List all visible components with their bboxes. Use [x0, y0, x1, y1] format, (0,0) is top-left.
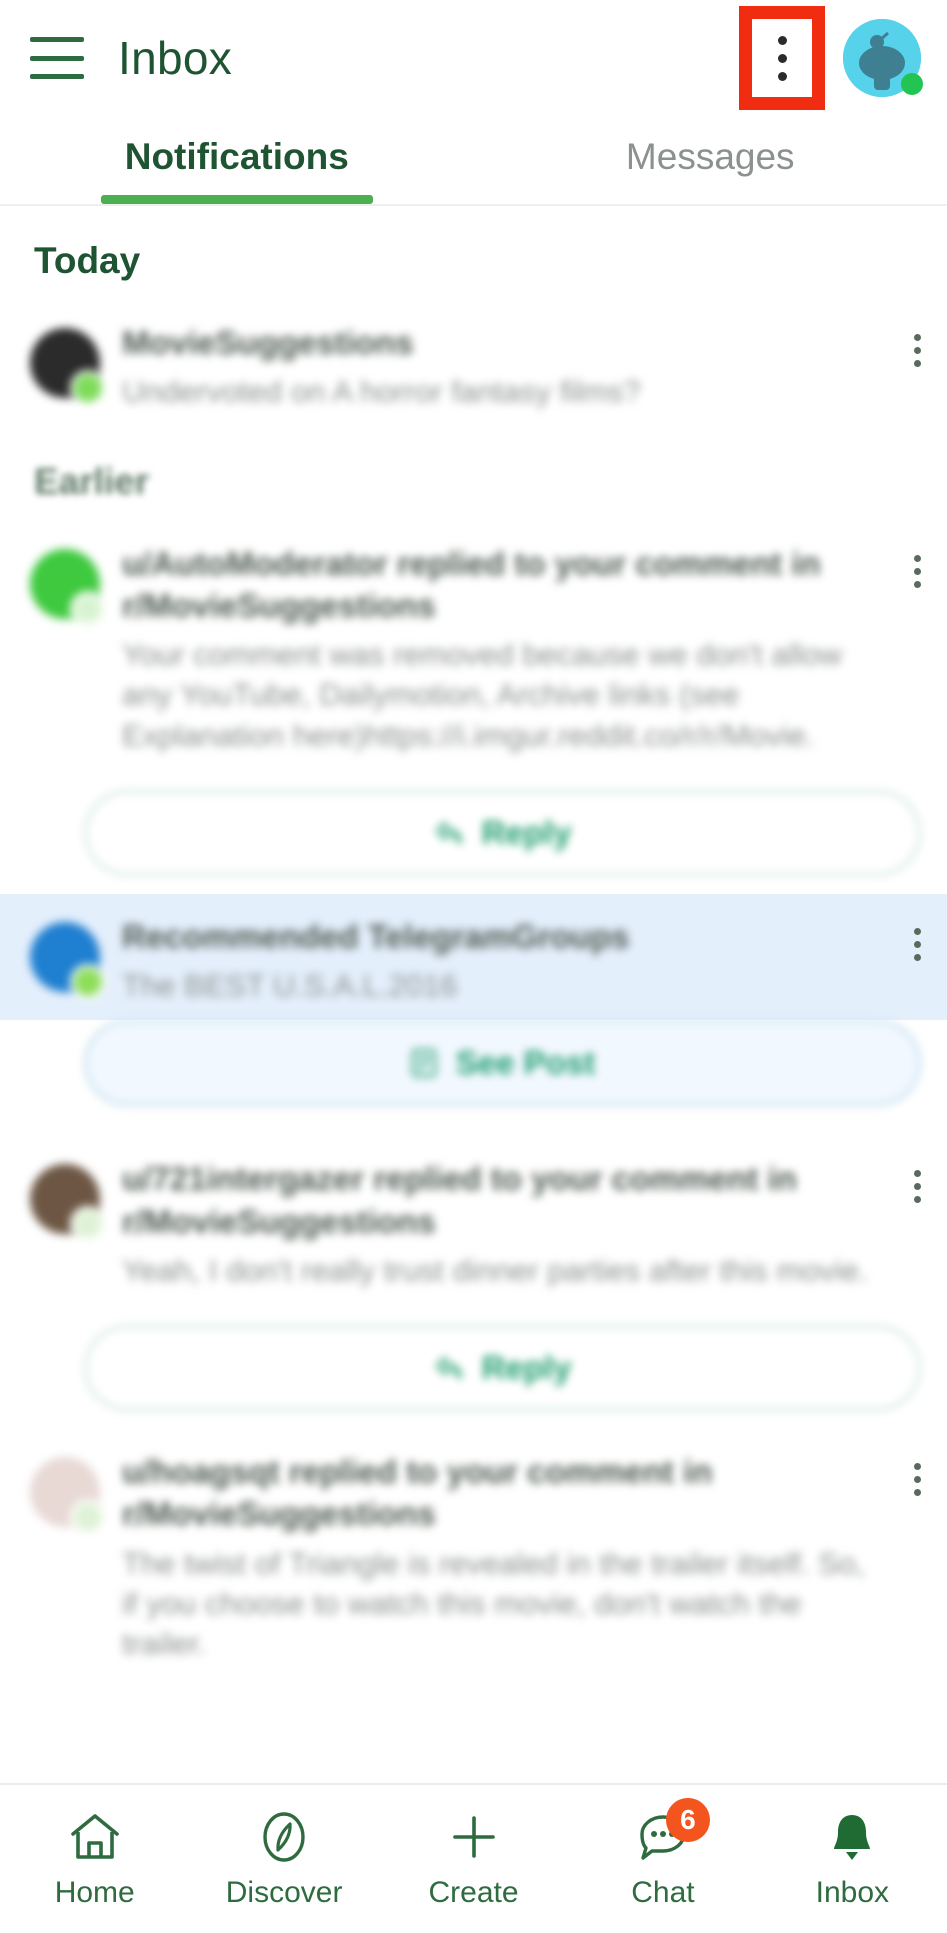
kebab-dot [914, 953, 921, 961]
overflow-menu-button[interactable] [739, 6, 825, 110]
kebab-dot [777, 53, 787, 63]
notification-row[interactable]: u/AutoModerator replied to your comment … [0, 521, 947, 770]
notification-body: MovieSuggestions Undervoted on A horror … [122, 322, 921, 413]
nav-item-inbox-label: Inbox [815, 1876, 890, 1909]
kebab-dot [914, 334, 921, 341]
avatar [30, 1164, 106, 1243]
plus-icon [443, 1808, 505, 1866]
hamburger-line [30, 37, 84, 42]
hamburger-menu-icon[interactable] [30, 37, 84, 79]
reply-button-label: Reply [481, 1349, 572, 1387]
avatar [30, 328, 106, 406]
home-icon [64, 1808, 126, 1866]
tab-notifications[interactable]: Notifications [0, 116, 474, 204]
avatar [30, 921, 106, 1000]
kebab-dot [914, 1489, 921, 1497]
notification-avatar-badge [70, 1499, 106, 1536]
notification-avatar-badge [70, 963, 106, 1000]
tab-messages-label: Messages [625, 136, 795, 177]
kebab-dot [914, 1183, 921, 1191]
hamburger-line [30, 55, 84, 61]
notification-avatar-badge [70, 370, 106, 406]
notification-title: Recommended TelegramGroups [122, 917, 630, 955]
nav-item-create[interactable]: Create [379, 1808, 568, 1910]
kebab-dot [914, 554, 921, 562]
notification-title: u/AutoModerator replied to your comment … [122, 544, 821, 624]
reply-button-label: Reply [481, 813, 572, 851]
reply-arrow-icon [434, 1355, 464, 1381]
post-card-icon [410, 1048, 438, 1078]
notification-list[interactable]: Today MovieSuggestions Undervoted on A h… [0, 206, 947, 1783]
nav-item-chat-label: Chat [631, 1876, 695, 1909]
nav-item-home-label: Home [54, 1876, 135, 1909]
kebab-dot [914, 927, 921, 935]
bell-icon [821, 1808, 883, 1866]
notification-subtitle: Undervoted on A horror fantasy films? [122, 374, 641, 410]
notification-row-highlighted[interactable]: Recommended TelegramGroups The BEST U.S.… [0, 893, 947, 1021]
kebab-dot [777, 71, 787, 81]
top-app-bar: Inbox [0, 0, 947, 116]
nav-item-chat[interactable]: 6 Chat [568, 1798, 757, 1910]
page-title: Inbox [118, 32, 233, 84]
kebab-dot [914, 360, 921, 367]
online-status-dot [901, 73, 923, 95]
chat-bubble-icon: 6 [632, 1798, 710, 1866]
avatar [30, 1457, 106, 1536]
notification-body: u/AutoModerator replied to your comment … [122, 543, 921, 756]
notification-subtitle: Yeah, I don't really trust dinner partie… [122, 1252, 868, 1288]
kebab-dot [914, 580, 921, 588]
notification-overflow-icon[interactable] [914, 334, 921, 367]
nav-item-discover[interactable]: Discover [189, 1808, 378, 1910]
avatar[interactable] [843, 19, 923, 97]
notification-row[interactable]: MovieSuggestions Undervoted on A horror … [0, 300, 947, 427]
kebab-dot [914, 567, 921, 575]
kebab-dot [914, 940, 921, 948]
nav-item-inbox[interactable]: Inbox [758, 1808, 947, 1910]
see-post-button[interactable]: See Post [84, 1020, 921, 1107]
avatar [30, 548, 106, 627]
notification-overflow-icon[interactable] [914, 1170, 921, 1204]
notification-body: u/721intergazer replied to your comment … [122, 1158, 921, 1291]
reply-button[interactable]: Reply [84, 1325, 921, 1412]
section-header-earlier: Earlier [34, 460, 150, 502]
section-header-today: Today [34, 240, 141, 281]
notification-subtitle: The twist of Triangle is revealed in the… [122, 1545, 865, 1662]
notification-title: u/721intergazer replied to your comment … [122, 1160, 797, 1240]
notification-row[interactable]: u/721intergazer replied to your comment … [0, 1136, 947, 1305]
kebab-dot [914, 1196, 921, 1204]
kebab-dot [914, 1170, 921, 1178]
notification-avatar-badge [70, 590, 106, 627]
reply-button[interactable]: Reply [84, 789, 921, 876]
notification-title: u/hoagsqt replied to your comment in r/M… [122, 1453, 713, 1533]
compass-icon [253, 1808, 315, 1866]
kebab-dot [777, 35, 787, 45]
kebab-dot [914, 1476, 921, 1484]
nav-item-home[interactable]: Home [0, 1808, 189, 1910]
notification-subtitle: Your comment was removed because we don'… [122, 637, 842, 753]
tab-messages[interactable]: Messages [474, 116, 947, 204]
three-dot-overflow-icon[interactable] [777, 28, 787, 88]
bottom-navigation-bar: Home Discover Create 6 Chat Inbox [0, 1783, 947, 1933]
nav-item-create-label: Create [428, 1876, 519, 1909]
hamburger-line [30, 74, 84, 79]
notification-title: MovieSuggestions [122, 324, 414, 361]
app-screen: Inbox Notifications Messages Today Movie… [0, 0, 947, 1933]
notification-row[interactable]: u/hoagsqt replied to your comment in r/M… [0, 1429, 947, 1678]
notification-overflow-icon[interactable] [914, 927, 921, 961]
notification-overflow-icon[interactable] [914, 1463, 921, 1497]
reply-arrow-icon [434, 820, 464, 846]
chat-unread-badge: 6 [665, 1798, 710, 1842]
notification-avatar-badge [70, 1206, 106, 1243]
see-post-button-label: See Post [455, 1044, 596, 1082]
notification-body: Recommended TelegramGroups The BEST U.S.… [122, 916, 921, 1007]
kebab-dot [914, 347, 921, 354]
kebab-dot [914, 1463, 921, 1471]
inbox-tabs: Notifications Messages [0, 116, 947, 206]
notification-body: u/hoagsqt replied to your comment in r/M… [122, 1451, 921, 1664]
nav-item-discover-label: Discover [225, 1876, 343, 1909]
notification-subtitle: The BEST U.S.A.L.2016 [122, 968, 458, 1004]
notification-overflow-icon[interactable] [914, 554, 921, 588]
tab-notifications-label: Notifications [124, 136, 349, 177]
